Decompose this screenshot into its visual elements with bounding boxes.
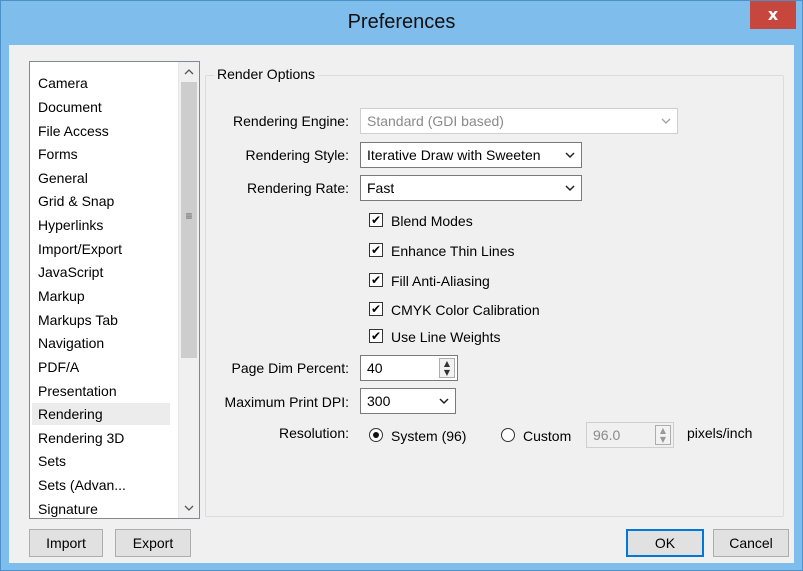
list-item-sets[interactable]: Sets xyxy=(38,450,66,472)
rendering-engine-value: Standard (GDI based) xyxy=(367,113,504,129)
rendering-style-value: Iterative Draw with Sweeten xyxy=(367,147,541,163)
grip-icon: ≡ xyxy=(185,209,193,223)
title-bar[interactable]: Preferences x xyxy=(1,1,802,45)
rendering-style-select[interactable]: Iterative Draw with Sweeten xyxy=(360,142,582,168)
cancel-button[interactable]: Cancel xyxy=(713,529,789,557)
checkmark-icon: ✔ xyxy=(369,329,383,343)
blend-modes-label: Blend Modes xyxy=(391,213,473,229)
export-button[interactable]: Export xyxy=(115,529,191,557)
use-line-weights-label: Use Line Weights xyxy=(391,329,501,345)
category-list[interactable]: Camera Document File Access Forms Genera… xyxy=(29,61,200,519)
radio-unselected-icon xyxy=(501,428,515,442)
close-button[interactable]: x xyxy=(750,1,796,29)
spin-down-icon[interactable]: ▼ xyxy=(440,368,454,377)
render-options-title: Render Options xyxy=(214,66,319,82)
list-item-import-export[interactable]: Import/Export xyxy=(38,238,122,260)
dialog-body: Camera Document File Access Forms Genera… xyxy=(9,45,794,563)
pixels-per-inch-label: pixels/inch xyxy=(687,425,753,441)
enhance-thin-lines-label: Enhance Thin Lines xyxy=(391,243,515,259)
list-item-grid-snap[interactable]: Grid & Snap xyxy=(38,190,114,212)
spinner-arrows-icon[interactable]: ▲ ▼ xyxy=(439,358,455,378)
custom-dpi-spinner[interactable]: 96.0 ▲ ▼ xyxy=(586,422,674,448)
custom-dpi-value: 96.0 xyxy=(593,427,621,443)
max-print-dpi-select[interactable]: 300 xyxy=(360,388,456,414)
rendering-engine-select[interactable]: Standard (GDI based) xyxy=(360,108,678,134)
checkmark-icon: ✔ xyxy=(369,273,383,287)
list-item-markup[interactable]: Markup xyxy=(38,285,85,307)
list-item-markups-tab[interactable]: Markups Tab xyxy=(38,309,118,331)
spinner-arrows-icon[interactable]: ▲ ▼ xyxy=(655,425,671,445)
checkmark-icon: ✔ xyxy=(369,243,383,257)
page-dim-spinner[interactable]: 40 ▲ ▼ xyxy=(360,355,458,381)
radio-selected-icon xyxy=(369,428,383,442)
ok-button[interactable]: OK xyxy=(626,529,704,557)
chevron-down-icon xyxy=(439,389,449,415)
max-print-dpi-label: Maximum Print DPI: xyxy=(224,394,349,410)
rendering-style-label: Rendering Style: xyxy=(245,147,349,163)
custom-resolution-label: Custom xyxy=(523,428,572,444)
chevron-down-icon xyxy=(565,176,575,202)
chevron-down-icon xyxy=(661,109,671,135)
window-title: Preferences xyxy=(347,11,456,33)
scroll-down-icon[interactable] xyxy=(179,498,199,518)
resolution-label: Resolution: xyxy=(278,425,349,441)
list-scrollbar[interactable]: ≡ xyxy=(178,62,199,518)
scroll-up-icon[interactable] xyxy=(179,62,199,82)
page-dim-label: Page Dim Percent: xyxy=(231,360,350,376)
list-item-document[interactable]: Document xyxy=(38,96,102,118)
list-item-hyperlinks[interactable]: Hyperlinks xyxy=(38,214,103,236)
list-item-sets-advanced[interactable]: Sets (Advan... xyxy=(38,474,126,496)
list-item-presentation[interactable]: Presentation xyxy=(38,380,117,402)
list-item-navigation[interactable]: Navigation xyxy=(38,332,104,354)
spin-up-icon[interactable]: ▲ xyxy=(656,426,670,435)
import-button[interactable]: Import xyxy=(29,529,103,557)
chevron-down-icon xyxy=(565,143,575,169)
checkmark-icon: ✔ xyxy=(369,302,383,316)
list-item-forms[interactable]: Forms xyxy=(38,143,78,165)
list-item-rendering-3d[interactable]: Rendering 3D xyxy=(38,427,124,449)
list-item-pdfa[interactable]: PDF/A xyxy=(38,356,79,378)
page-dim-value: 40 xyxy=(367,360,383,376)
rendering-rate-select[interactable]: Fast xyxy=(360,175,582,201)
list-item-javascript[interactable]: JavaScript xyxy=(38,261,103,283)
fill-anti-aliasing-label: Fill Anti-Aliasing xyxy=(391,273,490,289)
scroll-thumb[interactable]: ≡ xyxy=(181,82,197,358)
list-item-general[interactable]: General xyxy=(38,167,88,189)
list-item-file-access[interactable]: File Access xyxy=(38,120,109,142)
rendering-rate-label: Rendering Rate: xyxy=(247,180,349,196)
rendering-engine-label: Rendering Engine: xyxy=(233,113,349,129)
rendering-rate-value: Fast xyxy=(367,180,395,196)
list-item-rendering[interactable]: Rendering xyxy=(32,403,170,425)
list-item-signature[interactable]: Signature xyxy=(38,498,98,518)
max-print-dpi-value: 300 xyxy=(367,393,391,409)
spin-up-icon[interactable]: ▲ xyxy=(440,359,454,368)
checkmark-icon: ✔ xyxy=(369,213,383,227)
cmyk-calibration-label: CMYK Color Calibration xyxy=(391,302,540,318)
list-item-camera[interactable]: Camera xyxy=(38,72,88,94)
system-resolution-label: System (96) xyxy=(391,428,467,444)
preferences-window: Preferences x Camera Document File Acces… xyxy=(0,0,803,571)
spin-down-icon[interactable]: ▼ xyxy=(656,435,670,444)
